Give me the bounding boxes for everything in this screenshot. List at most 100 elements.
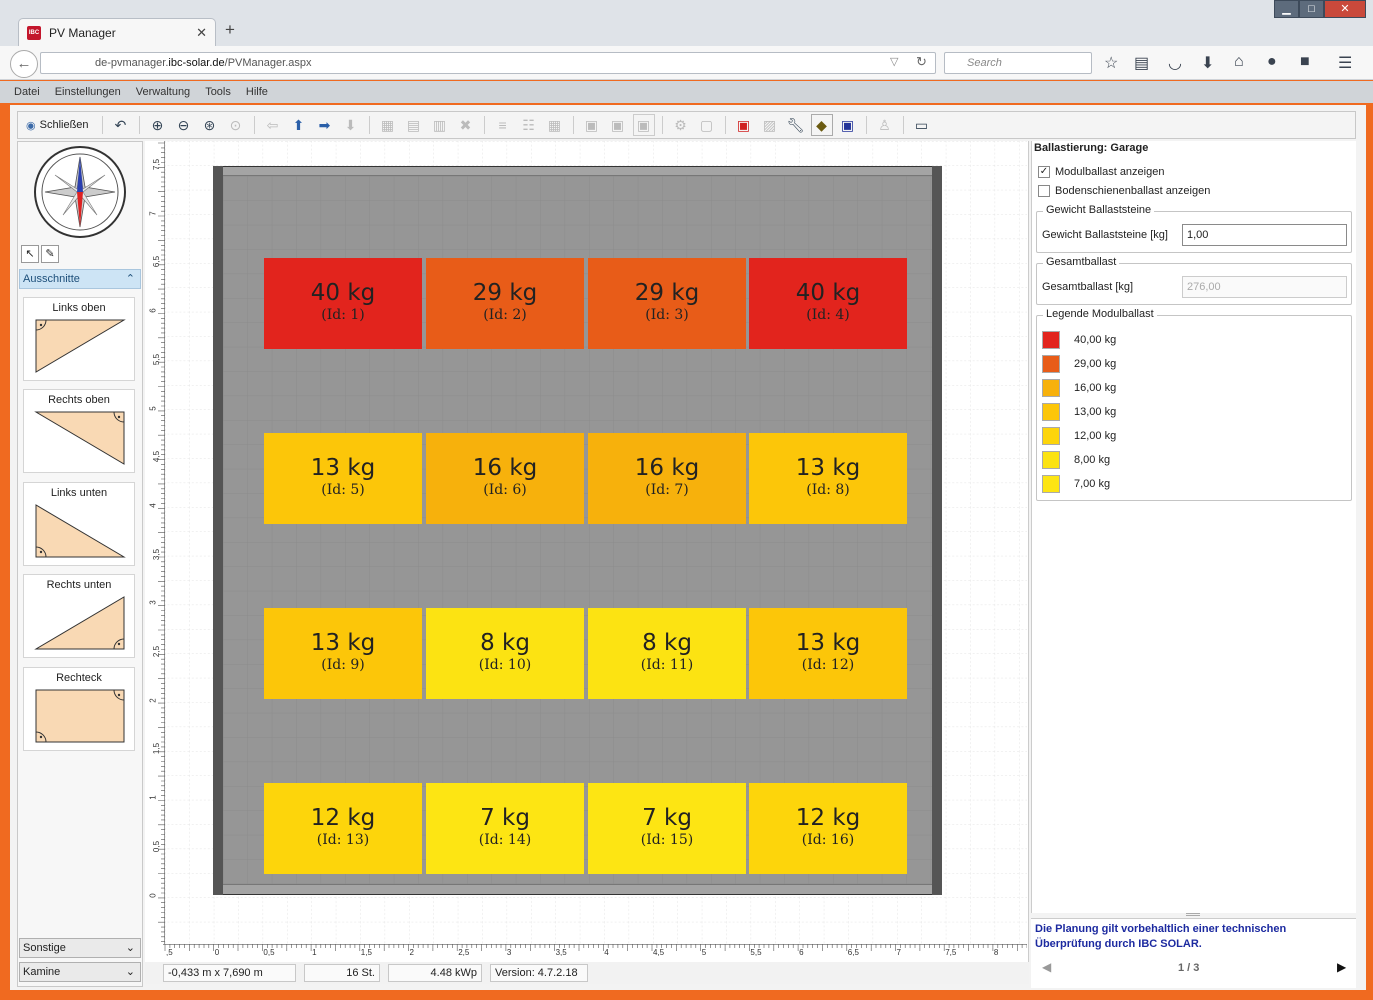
shape-links-oben[interactable]: Links oben — [23, 297, 135, 381]
legend-label: 12,00 kg — [1074, 430, 1117, 442]
url-domain: ibc-solar.de — [168, 57, 225, 69]
pv-module[interactable]: 13 kg (Id: 9) — [264, 608, 422, 699]
section-ausschnitte[interactable]: Ausschnitte ⌃ — [19, 269, 141, 289]
menu-tools[interactable]: Tools — [205, 86, 231, 98]
shape-rechteck[interactable]: Rechteck — [23, 667, 135, 751]
bodenschienenballast-checkbox[interactable] — [1038, 185, 1050, 197]
menu-datei[interactable]: Datei — [14, 86, 40, 98]
ballaststein-weight-input[interactable]: 1,00 — [1182, 224, 1347, 246]
module-id: (Id: 15) — [640, 832, 694, 848]
search-input[interactable]: Search — [944, 52, 1092, 74]
legend-swatch — [1042, 427, 1060, 445]
close-window-button[interactable]: ✕ — [1324, 0, 1366, 18]
zoom-reset-icon[interactable]: ⊙ — [225, 114, 247, 136]
person-icon[interactable]: ♙ — [874, 114, 896, 136]
ballast-stone-icon[interactable]: ◆ — [810, 114, 833, 136]
arrow-down-icon[interactable]: ⬇ — [340, 114, 362, 136]
pv-module[interactable]: 16 kg (Id: 7) — [588, 433, 746, 524]
module-weight: 12 kg — [795, 805, 861, 831]
pv-module[interactable]: 13 kg (Id: 5) — [264, 433, 422, 524]
reload-icon[interactable]: ↻ — [916, 54, 927, 70]
group-title: Legende Modulballast — [1043, 308, 1157, 320]
ballast-hatch-icon[interactable]: ▨ — [759, 114, 781, 136]
delete-icon[interactable]: ✖ — [455, 114, 477, 136]
chat-icon[interactable]: ● — [1267, 53, 1277, 71]
zoom-in-icon[interactable]: ⊕ — [147, 114, 169, 136]
pv-module[interactable]: 13 kg (Id: 8) — [749, 433, 907, 524]
url-bar[interactable]: de-pvmanager.ibc-solar.de/PVManager.aspx — [40, 52, 936, 74]
back-arrow-icon[interactable]: ← — [10, 50, 38, 78]
grid-icon[interactable]: ▦ — [377, 114, 399, 136]
pv-module[interactable]: 13 kg (Id: 12) — [749, 608, 907, 699]
module-id: (Id: 14) — [478, 832, 532, 848]
zoom-fit-icon[interactable]: ⊛ — [199, 114, 221, 136]
close-tab-icon[interactable]: ✕ — [196, 25, 207, 41]
bookmark-star-icon[interactable]: ☆ — [1104, 53, 1118, 73]
module-id: (Id: 16) — [801, 832, 855, 848]
reading-list-icon[interactable]: ▤ — [1134, 53, 1149, 73]
pv-module[interactable]: 29 kg (Id: 3) — [588, 258, 746, 349]
pv-module[interactable]: 8 kg (Id: 10) — [426, 608, 584, 699]
frame-icon[interactable]: ▢ — [696, 114, 718, 136]
pv-module[interactable]: 7 kg (Id: 14) — [426, 783, 584, 874]
hamburger-menu-icon[interactable]: ☰ — [1338, 53, 1352, 73]
module-select-icon[interactable]: ▣ — [632, 114, 655, 136]
home-icon[interactable]: ⌂ — [1234, 53, 1244, 71]
pv-module[interactable]: 16 kg (Id: 6) — [426, 433, 584, 524]
pv-module[interactable]: 40 kg (Id: 1) — [264, 258, 422, 349]
distribute-icon[interactable]: ☷ — [518, 114, 540, 136]
previous-page-icon[interactable]: ◀ — [1042, 960, 1051, 974]
shape-rechts-unten[interactable]: Rechts unten — [23, 574, 135, 658]
ballast-red-icon[interactable]: ▣ — [733, 114, 755, 136]
module-id: (Id: 12) — [801, 657, 855, 673]
pv-module[interactable]: 12 kg (Id: 16) — [749, 783, 907, 874]
draw-tool-icon[interactable]: ✎ — [41, 245, 59, 263]
menu-verwaltung[interactable]: Verwaltung — [136, 86, 190, 98]
dropdown-arrow-icon[interactable]: ▽ — [890, 55, 898, 68]
new-tab-icon[interactable]: + — [225, 20, 235, 40]
module-id: (Id: 7) — [645, 482, 689, 498]
maximize-window-button[interactable]: □ — [1299, 0, 1324, 18]
comment-icon[interactable]: ▭ — [911, 114, 933, 136]
shape-rechts-oben[interactable]: Rechts oben — [23, 389, 135, 473]
arrow-left-icon[interactable]: ⇦ — [262, 114, 284, 136]
dropdown-label: Kamine — [23, 966, 61, 978]
separator — [902, 116, 904, 134]
next-page-icon[interactable]: ▶ — [1337, 960, 1346, 974]
settings-gear-icon[interactable]: ⚙ — [670, 114, 692, 136]
pv-module[interactable]: 12 kg (Id: 13) — [264, 783, 422, 874]
module-left-icon[interactable]: ▣ — [581, 114, 603, 136]
pv-module[interactable]: 40 kg (Id: 4) — [749, 258, 907, 349]
module-right-icon[interactable]: ▣ — [607, 114, 629, 136]
report-icon[interactable]: ▣ — [837, 114, 859, 136]
browser-tab[interactable]: IBC PV Manager ✕ — [18, 18, 216, 46]
align-icon[interactable]: ≡ — [492, 114, 514, 136]
separator — [138, 116, 140, 134]
separator — [661, 116, 663, 134]
menu-einstellungen[interactable]: Einstellungen — [55, 86, 121, 98]
close-button[interactable]: ◉ Schließen — [18, 114, 97, 136]
pointer-tool-icon[interactable]: ↖ — [21, 245, 39, 263]
undo-icon[interactable]: ↶ — [110, 114, 132, 136]
dropdown-kamine[interactable]: Kamine ⌄ — [19, 962, 141, 982]
pv-module[interactable]: 8 kg (Id: 11) — [588, 608, 746, 699]
legend-swatch — [1042, 475, 1060, 493]
grid-rows-icon[interactable]: ▤ — [403, 114, 425, 136]
pv-module[interactable]: 29 kg (Id: 2) — [426, 258, 584, 349]
minimize-window-button[interactable]: ▁ — [1274, 0, 1299, 18]
dropdown-sonstige[interactable]: Sonstige ⌄ — [19, 938, 141, 958]
grid-cols-icon[interactable]: ▥ — [429, 114, 451, 136]
splitter-handle[interactable] — [1186, 913, 1200, 916]
menu-hilfe[interactable]: Hilfe — [246, 86, 268, 98]
download-icon[interactable]: ⬇ — [1201, 53, 1214, 73]
wrench-icon[interactable]: 🔧︎ — [785, 114, 807, 136]
pocket-icon[interactable]: ◡ — [1168, 53, 1182, 73]
arrow-right-icon[interactable]: ➡ — [314, 114, 336, 136]
zoom-out-icon[interactable]: ⊖ — [173, 114, 195, 136]
arrow-up-icon[interactable]: ⬆ — [288, 114, 310, 136]
shape-links-unten[interactable]: Links unten — [23, 482, 135, 566]
modulballast-checkbox[interactable]: ✓ — [1038, 166, 1050, 178]
save-icon[interactable]: ■ — [1300, 53, 1310, 71]
layout-icon[interactable]: ▦ — [544, 114, 566, 136]
pv-module[interactable]: 7 kg (Id: 15) — [588, 783, 746, 874]
